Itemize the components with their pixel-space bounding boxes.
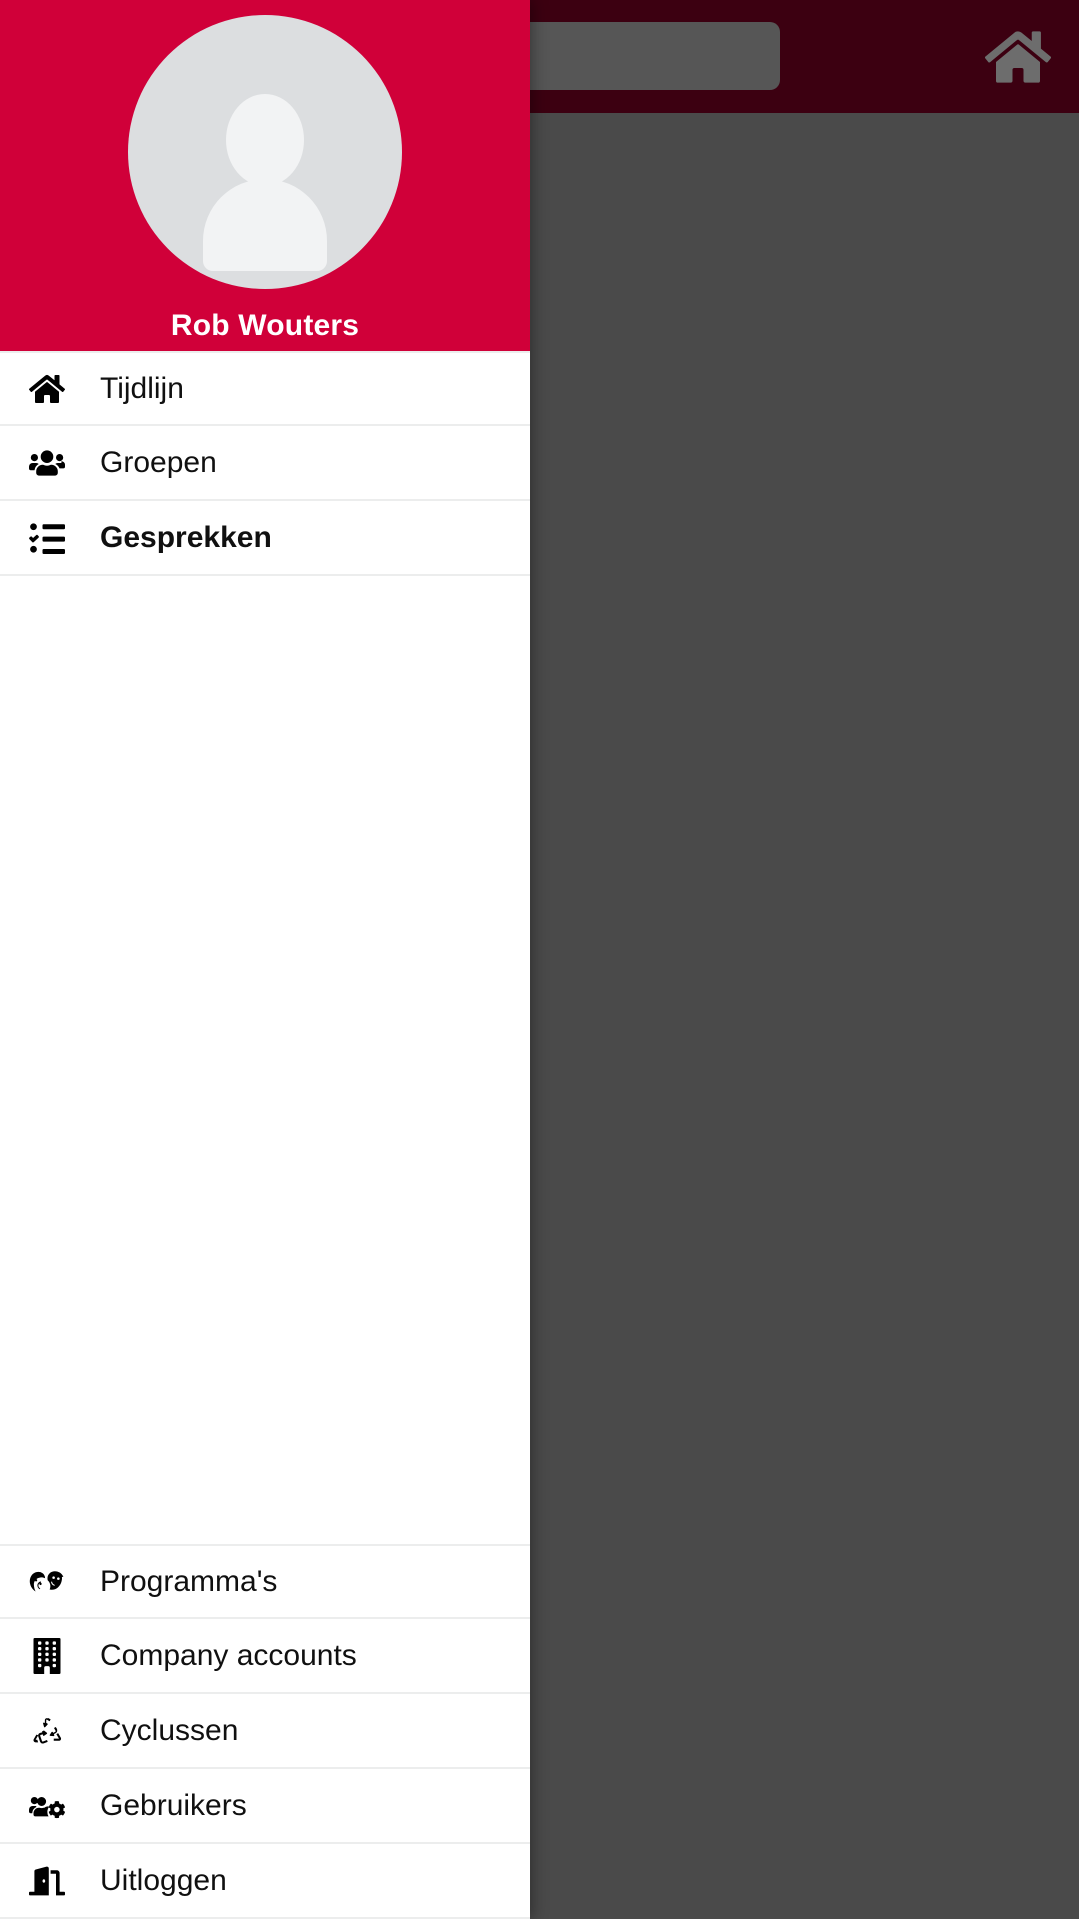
sidebar-item-uitloggen[interactable]: Uitloggen <box>0 1844 530 1919</box>
sidebar-item-label: Cyclussen <box>100 1713 239 1747</box>
recycle-icon <box>18 1713 76 1749</box>
sidebar-item-groepen[interactable]: Groepen <box>0 426 530 501</box>
door-open-icon <box>18 1863 76 1899</box>
avatar[interactable] <box>128 15 402 289</box>
sidebar-item-gesprekken[interactable]: Gesprekken <box>0 501 530 576</box>
navigation-drawer: Rob Wouters Tijdlijn Groepen Gesprekken … <box>0 0 530 1919</box>
sidebar-item-tijdlijn[interactable]: Tijdlijn <box>0 351 530 426</box>
app-root: c... Rob Wouters <box>0 0 1079 1919</box>
sidebar-item-label: Uitloggen <box>100 1863 227 1897</box>
sidebar-item-label: Gebruikers <box>100 1788 247 1822</box>
sidebar-item-label: Gesprekken <box>100 520 272 554</box>
users-cog-icon <box>18 1788 76 1824</box>
sidebar-item-label: Groepen <box>100 445 217 479</box>
sidebar-item-programmas[interactable]: Programma's <box>0 1544 530 1619</box>
avatar-body-shape <box>203 179 327 272</box>
tasks-list-icon <box>18 520 76 556</box>
drawer-spacer <box>0 576 530 1544</box>
sidebar-item-label: Programma's <box>100 1564 278 1598</box>
drawer-header: Rob Wouters <box>0 0 530 351</box>
sidebar-item-company-accounts[interactable]: Company accounts <box>0 1619 530 1694</box>
users-icon <box>18 445 76 481</box>
secondary-menu-group: Programma's Company accounts Cyclussen G… <box>0 1544 530 1919</box>
sidebar-item-gebruikers[interactable]: Gebruikers <box>0 1769 530 1844</box>
home-icon <box>18 371 76 407</box>
drawer-user-name: Rob Wouters <box>170 309 360 342</box>
building-icon <box>18 1637 76 1674</box>
sidebar-item-label: Company accounts <box>100 1638 357 1672</box>
primary-menu-group: Tijdlijn Groepen Gesprekken <box>0 351 530 576</box>
sidebar-item-label: Tijdlijn <box>100 371 184 405</box>
home-icon[interactable] <box>985 26 1051 88</box>
sidebar-item-cyclussen[interactable]: Cyclussen <box>0 1694 530 1769</box>
avatar-head-shape <box>226 94 304 187</box>
theater-masks-icon <box>18 1564 76 1600</box>
